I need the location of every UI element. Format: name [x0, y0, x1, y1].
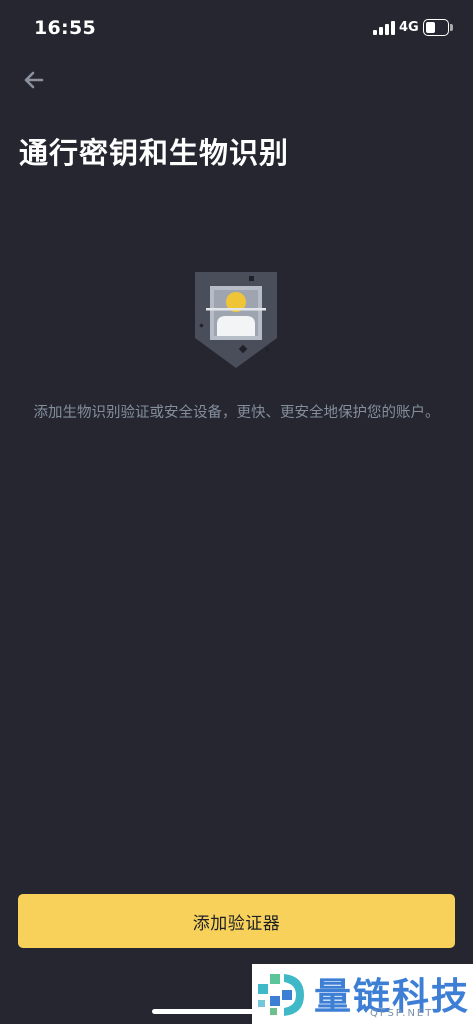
- arrow-left-icon: [24, 71, 44, 89]
- face-scan-shield-icon: [190, 268, 282, 372]
- page-title: 通行密钥和生物识别: [19, 136, 290, 170]
- add-authenticator-label: 添加验证器: [192, 913, 281, 933]
- cellular-signal-icon: [373, 21, 395, 35]
- passkey-biometric-screen: 16:55 4G 通行密钥和生物识别 添加生物识别验证或安全设备，更快、更安全地…: [0, 0, 473, 1024]
- watermark-subtitle: QFSP.NET: [370, 1008, 434, 1019]
- description-text: 添加生物识别验证或安全设备，更快、更安全地保护您的账户。: [33, 405, 440, 421]
- status-time: 16:55: [34, 17, 96, 39]
- back-button[interactable]: [18, 64, 50, 96]
- network-type: 4G: [399, 20, 419, 35]
- status-bar: 16:55 4G: [0, 0, 473, 56]
- battery-icon: [423, 19, 453, 36]
- watermark: 量链科技 QFSP.NET: [252, 964, 473, 1024]
- watermark-logo-icon: [258, 974, 304, 1016]
- add-authenticator-button[interactable]: 添加验证器: [18, 894, 455, 948]
